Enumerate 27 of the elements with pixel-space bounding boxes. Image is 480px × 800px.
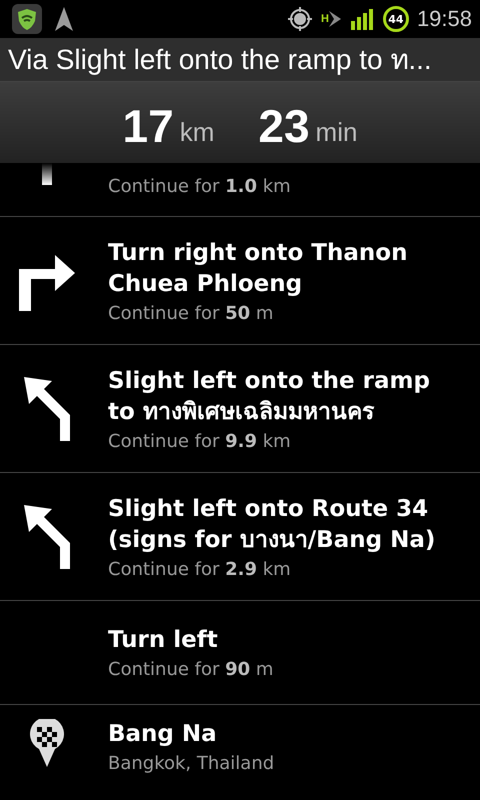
destination-flag-pin-icon <box>29 719 65 767</box>
slight-left-arrow-icon <box>24 376 70 440</box>
step-instruction: Bang Na <box>108 720 218 749</box>
distance-value: 17 <box>122 98 174 152</box>
navigation-arrow-icon[interactable] <box>54 6 74 32</box>
shield-app-icon[interactable] <box>12 4 42 34</box>
step-distance: Continue for 2.9 km <box>108 558 292 580</box>
slight-left-arrow-icon <box>24 504 70 568</box>
duration-unit: min <box>316 117 358 148</box>
step-instruction: Slight left onto the ramp to ทางพิเศษเฉลิมมหานคร <box>108 366 431 426</box>
signal-icon <box>350 8 375 30</box>
data-arrows-icon <box>328 9 343 29</box>
distance-unit: km <box>180 117 214 148</box>
step-distance: Bangkok, Thailand <box>108 753 274 774</box>
route-title: Via Slight left onto the ramp to ท... <box>0 38 480 82</box>
network-type-label: H <box>320 13 329 25</box>
step-distance: Continue for 50 m <box>108 302 274 324</box>
step-instruction: Turn right onto Thanon Chuea Phloeng <box>108 238 408 298</box>
gps-icon <box>286 6 313 32</box>
step-distance: Continue for 1.0 km <box>108 176 291 197</box>
notification-badge: 44 <box>382 6 409 32</box>
step-instruction: Turn left <box>108 626 219 655</box>
step-instruction: Slight left onto Route 34 (signs for บางนา/Bang Na) <box>108 494 436 554</box>
step-distance: Continue for 9.9 km <box>108 430 292 452</box>
step-distance: Continue for 90 m <box>108 659 274 680</box>
duration-value: 23 <box>258 98 310 152</box>
clock: 19:58 <box>416 6 472 32</box>
